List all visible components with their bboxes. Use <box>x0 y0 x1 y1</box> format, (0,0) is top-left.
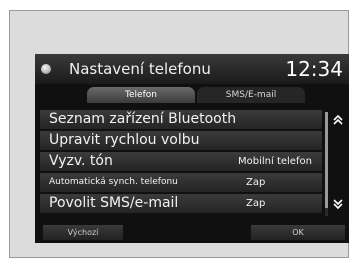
menu-item-allow-sms[interactable]: Povolit SMS/e-mail Zap <box>40 194 322 213</box>
menu-item-label: Automatická synch. telefonu <box>49 177 178 187</box>
default-button[interactable]: Výchozí <box>43 225 123 240</box>
menu-item-value: Zap <box>246 198 266 209</box>
header-bar: Nastavení telefonu 12:34 <box>35 54 349 84</box>
page-title: Nastavení telefonu <box>69 60 211 78</box>
phone-settings-icon <box>41 64 51 74</box>
menu-item-label: Povolit SMS/e-mail <box>49 195 179 211</box>
clock: 12:34 <box>285 57 343 81</box>
tab-telefon[interactable]: Telefon <box>87 87 195 103</box>
menu-item-label: Seznam zařízení Bluetooth <box>49 111 237 127</box>
double-chevron-up-icon[interactable] <box>331 114 345 130</box>
double-chevron-down-icon[interactable] <box>331 198 345 214</box>
menu-item-label: Vyzv. tón <box>49 153 113 169</box>
menu-item-bluetooth-devices[interactable]: Seznam zařízení Bluetooth <box>40 110 322 129</box>
phone-settings-screen: Nastavení telefonu 12:34 Telefon SMS/E-m… <box>35 54 349 243</box>
scrollbar-thumb[interactable] <box>325 112 328 208</box>
menu-item-auto-sync[interactable]: Automatická synch. telefonu Zap <box>40 173 322 192</box>
scrollbar[interactable] <box>325 112 328 216</box>
figure-frame: Nastavení telefonu 12:34 Telefon SMS/E-m… <box>9 10 349 258</box>
ok-button[interactable]: OK <box>251 225 345 240</box>
menu-item-speed-dial[interactable]: Upravit rychlou volbu <box>40 131 322 150</box>
menu-item-ringtone[interactable]: Vyzv. tón Mobilní telefon <box>40 152 322 171</box>
menu-item-value: Mobilní telefon <box>238 156 312 167</box>
menu-item-value: Zap <box>246 177 266 188</box>
menu-item-label: Upravit rychlou volbu <box>49 132 200 148</box>
settings-list: Seznam zařízení Bluetooth Upravit rychlo… <box>40 110 322 215</box>
tab-sms-email[interactable]: SMS/E-mail <box>197 87 305 103</box>
